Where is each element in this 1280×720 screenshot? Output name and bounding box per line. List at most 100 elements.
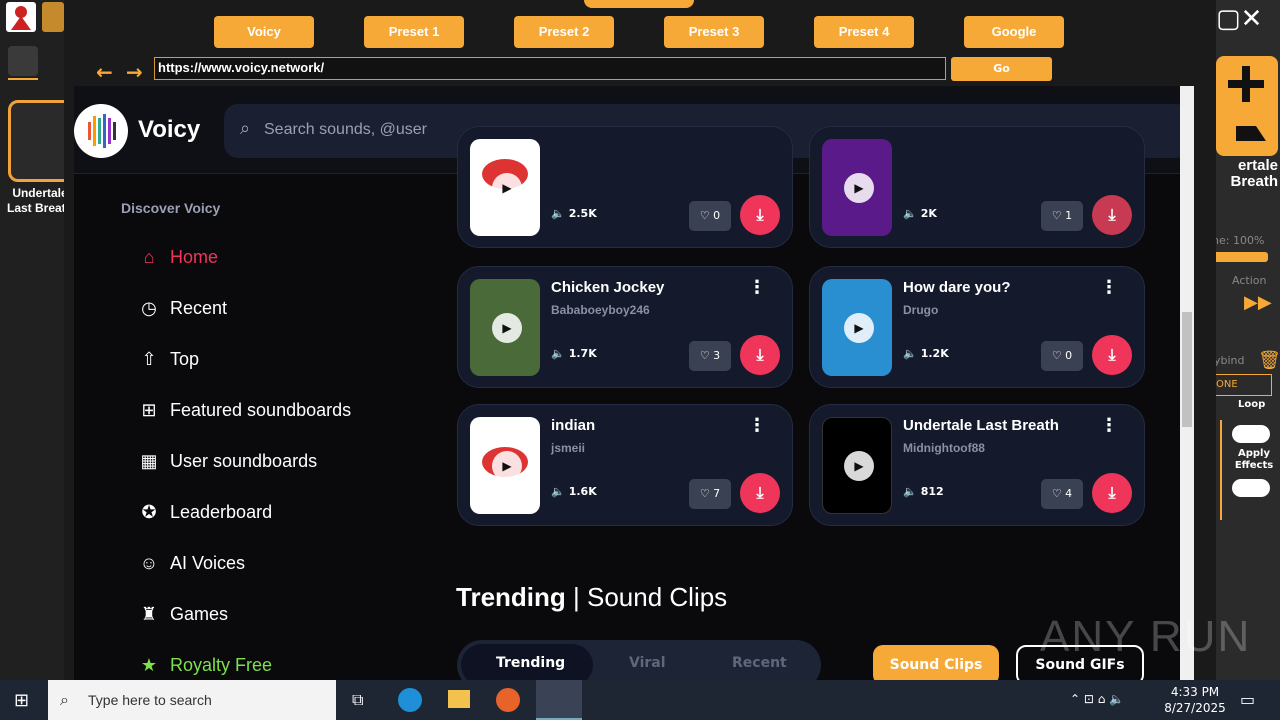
medal-icon: ✪ bbox=[141, 501, 157, 522]
url-input[interactable]: https://www.voicy.network/ bbox=[154, 57, 946, 80]
more-menu-icon[interactable]: ⋮ bbox=[748, 415, 766, 436]
sound-author[interactable]: Midnightoof88 bbox=[903, 441, 985, 455]
nav-top[interactable]: ⇧ Top bbox=[138, 344, 199, 374]
play-icon[interactable]: ▶ bbox=[844, 451, 874, 481]
file-explorer-icon[interactable] bbox=[448, 690, 470, 708]
more-menu-icon[interactable]: ⋮ bbox=[1100, 415, 1118, 436]
taskbar: ⊞ Type here to search ⌕ ⧉ ⌃ ⊡ ⌂ 🔈 4:33 P… bbox=[0, 680, 1280, 720]
sound-author[interactable]: Bababoeyboy246 bbox=[551, 303, 650, 317]
tab-group: Trending Viral Recent bbox=[457, 640, 821, 680]
scrollbar-thumb[interactable] bbox=[1182, 312, 1192, 427]
more-menu-icon[interactable]: ⋮ bbox=[1100, 277, 1118, 298]
download-button[interactable]: ⤓ bbox=[1092, 195, 1132, 235]
keybind-button[interactable]: ONE bbox=[1212, 374, 1272, 396]
loop-label: Loop bbox=[1238, 399, 1266, 410]
speaker-icon: 🔈 bbox=[903, 485, 917, 498]
task-view-icon[interactable]: ⧉ bbox=[352, 690, 363, 710]
windows-start-icon[interactable]: ⊞ bbox=[14, 690, 29, 711]
app-icon-2[interactable] bbox=[42, 2, 64, 32]
sound-card[interactable]: ▶ Chicken Jockey Bababoeyboy246 ⋮ 🔈 1.7K … bbox=[457, 266, 793, 388]
sidebar-heading: Discover Voicy bbox=[121, 200, 221, 216]
sound-card[interactable]: ▶ Undertale Last Breath Midnightoof88 ⋮ … bbox=[809, 404, 1145, 526]
like-button[interactable]: ♡ 0 bbox=[689, 201, 731, 231]
play-icon[interactable]: ▶▶ bbox=[1244, 292, 1272, 313]
sound-clips-button[interactable]: Sound Clips bbox=[873, 645, 999, 680]
like-button[interactable]: ♡ 3 bbox=[689, 341, 731, 371]
sound-author[interactable]: jsmeii bbox=[551, 441, 585, 455]
trash-icon[interactable]: 🗑 bbox=[1258, 350, 1280, 371]
preset-google[interactable]: Google bbox=[964, 16, 1064, 48]
like-button[interactable]: ♡ 1 bbox=[1041, 201, 1083, 231]
preset-1[interactable]: Preset 1 bbox=[364, 16, 464, 48]
nav-leaderboard[interactable]: ✪ Leaderboard bbox=[138, 497, 272, 527]
app-icon[interactable] bbox=[6, 2, 36, 32]
volume-slider[interactable] bbox=[1212, 252, 1268, 262]
sound-author[interactable]: Drugo bbox=[903, 303, 938, 317]
search-input[interactable]: Search sounds, @user bbox=[264, 121, 427, 139]
sound-card[interactable]: ▶ indian jsmeii ⋮ 🔈 1.6K ♡ 7 ⤓ bbox=[457, 404, 793, 526]
download-button[interactable]: ⤓ bbox=[740, 195, 780, 235]
preset-4[interactable]: Preset 4 bbox=[814, 16, 914, 48]
joystick-icon: ♜ bbox=[140, 603, 158, 624]
download-button[interactable]: ⤓ bbox=[740, 335, 780, 375]
tab-trending[interactable]: Trending bbox=[496, 655, 565, 671]
play-icon[interactable]: ▶ bbox=[844, 313, 874, 343]
sound-card[interactable]: ▶ How dare you? Drugo ⋮ 🔈 1.2K ♡ 0 ⤓ bbox=[809, 266, 1145, 388]
play-count: 🔈 2K bbox=[903, 207, 937, 220]
sound-title[interactable]: Chicken Jockey bbox=[551, 279, 664, 296]
robot-icon: ☺ bbox=[139, 552, 159, 573]
download-button[interactable]: ⤓ bbox=[1092, 335, 1132, 375]
forward-arrow-icon[interactable]: → bbox=[126, 60, 143, 84]
right-label: ertale Breath bbox=[1230, 157, 1278, 190]
sound-title[interactable]: How dare you? bbox=[903, 279, 1011, 296]
tab-viral[interactable]: Viral bbox=[629, 655, 666, 671]
star-icon: ★ bbox=[140, 654, 158, 675]
nav-featured[interactable]: ⊞ Featured soundboards bbox=[138, 395, 351, 425]
play-icon[interactable]: ▶ bbox=[492, 173, 522, 203]
nav-user-soundboards[interactable]: ▦ User soundboards bbox=[138, 446, 317, 476]
nav-royalty-free[interactable]: ★ Royalty Free bbox=[138, 650, 272, 680]
sound-card[interactable]: ▶ 🔈 2K ♡ 1 ⤓ bbox=[809, 126, 1145, 248]
tab-recent[interactable]: Recent bbox=[732, 655, 787, 671]
effects-toggle[interactable] bbox=[1232, 479, 1270, 497]
sound-title[interactable]: Undertale Last Breath bbox=[903, 417, 1059, 434]
section-title: Trending | Sound Clips bbox=[456, 582, 728, 612]
play-icon[interactable]: ▶ bbox=[492, 451, 522, 481]
nav-recent[interactable]: ◷ Recent bbox=[138, 293, 227, 323]
like-button[interactable]: ♡ 7 bbox=[689, 479, 731, 509]
download-button[interactable]: ⤓ bbox=[740, 473, 780, 513]
download-button[interactable]: ⤓ bbox=[1092, 473, 1132, 513]
sound-image[interactable] bbox=[1216, 56, 1278, 156]
loop-toggle[interactable] bbox=[1232, 425, 1270, 443]
clock[interactable]: 4:33 PM 8/27/2025 bbox=[1160, 684, 1230, 716]
like-button[interactable]: ♡ 0 bbox=[1041, 341, 1083, 371]
nav-games[interactable]: ♜ Games bbox=[138, 599, 228, 629]
nav-home[interactable]: ⌂ Home bbox=[138, 242, 218, 272]
tab-thumb[interactable] bbox=[8, 46, 38, 76]
logo-text[interactable]: Voicy bbox=[138, 116, 200, 144]
more-menu-icon[interactable]: ⋮ bbox=[748, 277, 766, 298]
play-icon[interactable]: ▶ bbox=[844, 173, 874, 203]
like-button[interactable]: ♡ 4 bbox=[1041, 479, 1083, 509]
firefox-icon[interactable] bbox=[496, 688, 520, 712]
preset-3[interactable]: Preset 3 bbox=[664, 16, 764, 48]
website-viewport: Voicy ⌕ Search sounds, @user Discover Vo… bbox=[74, 86, 1190, 680]
tray-icons[interactable]: ⌃ ⊡ ⌂ 🔈 bbox=[1070, 692, 1124, 706]
volume-label: ne: 100% bbox=[1212, 234, 1265, 247]
go-button[interactable]: Go bbox=[951, 57, 1052, 81]
taskbar-search-input[interactable]: Type here to search bbox=[48, 680, 336, 720]
preset-2[interactable]: Preset 2 bbox=[514, 16, 614, 48]
voicy-logo-icon[interactable] bbox=[74, 104, 128, 158]
sound-card[interactable]: ▶ 🔈 2.5K ♡ 0 ⤓ bbox=[457, 126, 793, 248]
back-arrow-icon[interactable]: ← bbox=[96, 60, 113, 84]
watermark: ANY RUN bbox=[1040, 612, 1252, 661]
play-count: 🔈 1.7K bbox=[551, 347, 597, 360]
sound-title[interactable]: indian bbox=[551, 417, 595, 434]
edge-icon[interactable] bbox=[398, 688, 422, 712]
play-icon[interactable]: ▶ bbox=[492, 313, 522, 343]
notifications-icon[interactable]: ▭ bbox=[1240, 690, 1255, 709]
close-icon[interactable]: ▢✕ bbox=[1216, 4, 1262, 34]
preset-voicy[interactable]: Voicy bbox=[214, 16, 314, 48]
browser-app-icon[interactable] bbox=[536, 680, 582, 720]
nav-ai-voices[interactable]: ☺ AI Voices bbox=[138, 548, 245, 578]
